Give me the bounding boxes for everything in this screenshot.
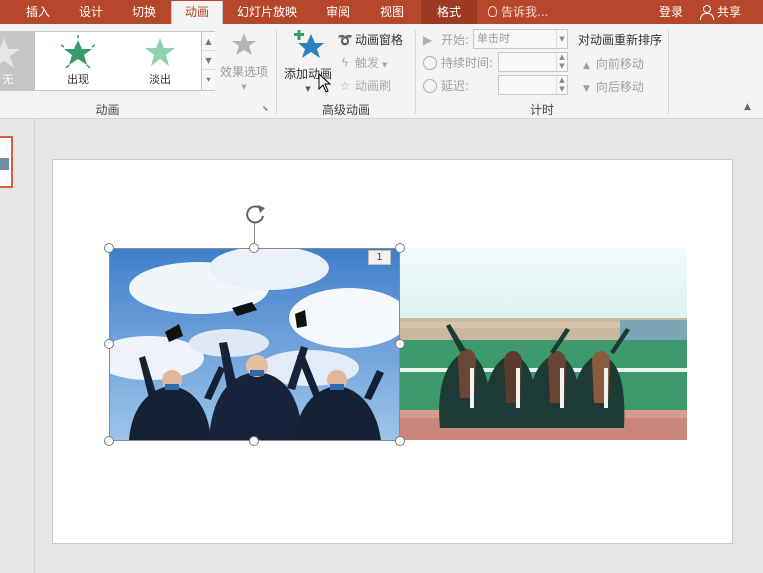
tab-design[interactable]: 设计 bbox=[64, 0, 118, 24]
tab-review[interactable]: 审阅 bbox=[312, 0, 364, 24]
slide-thumbnail[interactable] bbox=[0, 136, 13, 188]
resize-handle-bottom[interactable] bbox=[249, 436, 259, 446]
trigger-dropdown-icon: ▼ bbox=[382, 61, 388, 69]
animation-pane-label: 动画窗格 bbox=[355, 33, 404, 47]
gallery-item-fade-label: 淡出 bbox=[149, 73, 171, 86]
mouse-cursor-icon bbox=[318, 73, 332, 93]
tell-me-text: 告诉我... bbox=[501, 5, 549, 19]
star-appear-icon bbox=[60, 35, 96, 69]
graduation-photo-sky[interactable] bbox=[109, 248, 400, 441]
lightning-icon: ϟ bbox=[341, 56, 349, 70]
resize-handle-bottom-right[interactable] bbox=[395, 436, 405, 446]
resize-handle-left[interactable] bbox=[104, 339, 114, 349]
star-none-icon bbox=[0, 38, 20, 68]
gallery-item-appear[interactable]: 出现 bbox=[37, 32, 119, 90]
animation-pane-icon: ➰ bbox=[337, 33, 353, 47]
gallery-scroll[interactable]: ▲ ▼ ▾ bbox=[201, 32, 215, 90]
effect-options-label: 效果选项 bbox=[219, 65, 268, 79]
slide-thumbnail-panel bbox=[0, 119, 35, 573]
gallery-item-none-label: 无 bbox=[2, 73, 14, 86]
share-button[interactable]: 共享 bbox=[700, 0, 741, 24]
start-select[interactable]: 单击时 ▼ bbox=[473, 29, 568, 49]
delay-clock-icon bbox=[423, 79, 437, 93]
gallery-item-none[interactable]: 无 bbox=[0, 32, 35, 90]
move-later-label: 向后移动 bbox=[595, 80, 644, 94]
animation-pane-button[interactable]: ➰ 动画窗格 bbox=[337, 31, 404, 48]
gallery-item-appear-label: 出现 bbox=[67, 73, 89, 86]
timing-delay-row: 延迟: bbox=[423, 77, 469, 94]
resize-handle-top-right[interactable] bbox=[395, 243, 405, 253]
group-label-animation: 动画 bbox=[95, 103, 120, 117]
resize-handle-right[interactable] bbox=[395, 339, 405, 349]
move-earlier-button[interactable]: ▲ 向前移动 bbox=[583, 55, 644, 72]
animation-order-badge[interactable]: 1 bbox=[368, 250, 391, 265]
effect-options-button[interactable]: 效果选项 ▼ bbox=[218, 32, 270, 91]
animation-painter-icon: ☆ bbox=[339, 79, 351, 93]
delay-label: 延迟: bbox=[441, 79, 470, 93]
tell-me-search[interactable]: 告诉我... bbox=[488, 0, 548, 24]
collapse-ribbon-icon[interactable]: ▲ bbox=[744, 102, 751, 112]
play-icon: ▶ bbox=[423, 33, 433, 47]
login-button[interactable]: 登录 bbox=[659, 0, 683, 24]
duration-spinner-icon[interactable]: ▲ ▼ bbox=[556, 53, 567, 71]
separator bbox=[668, 30, 669, 114]
tab-view[interactable]: 视图 bbox=[366, 0, 418, 24]
duration-field[interactable]: ▲ ▼ bbox=[498, 52, 568, 72]
start-value: 单击时 bbox=[477, 32, 510, 45]
ribbon: 无 出现 淡出 ▲ ▼ ▾ 效果选项 ▼ 动画 ⬊ 添加动画 ▼ ➰ 动画窗格 … bbox=[0, 24, 763, 119]
delay-field[interactable]: ▲ ▼ bbox=[498, 75, 568, 95]
move-earlier-label: 向前移动 bbox=[595, 57, 644, 71]
delay-spinner-icon[interactable]: ▲ ▼ bbox=[556, 76, 567, 94]
trigger-label: 触发 bbox=[355, 56, 380, 70]
duration-label: 持续时间: bbox=[441, 56, 494, 70]
resize-handle-bottom-left[interactable] bbox=[104, 436, 114, 446]
gallery-item-fade[interactable]: 淡出 bbox=[119, 32, 201, 90]
arrow-up-icon: ▲ bbox=[583, 61, 590, 71]
share-label: 共享 bbox=[717, 5, 742, 19]
graduation-photo-field[interactable] bbox=[400, 248, 687, 440]
arrow-down-icon: ▼ bbox=[583, 84, 590, 94]
reorder-title: 对动画重新排序 bbox=[578, 33, 663, 47]
clock-icon bbox=[423, 56, 437, 70]
timing-duration-row: 持续时间: bbox=[423, 54, 493, 71]
resize-handle-top[interactable] bbox=[249, 243, 259, 253]
tab-animations[interactable]: 动画 bbox=[171, 1, 223, 24]
share-person-icon bbox=[700, 5, 714, 20]
start-label: 开始: bbox=[441, 33, 470, 47]
move-later-button[interactable]: ▼ 向后移动 bbox=[583, 78, 644, 95]
lightbulb-icon bbox=[488, 6, 497, 17]
trigger-button[interactable]: ϟ 触发 ▼ bbox=[337, 54, 387, 71]
graduation-field-image bbox=[400, 248, 687, 440]
gallery-expand-icon[interactable]: ▾ bbox=[202, 70, 215, 89]
rotate-handle-icon[interactable] bbox=[242, 203, 268, 225]
effect-star-icon bbox=[232, 33, 256, 55]
tab-format[interactable]: 格式 bbox=[421, 0, 477, 24]
resize-handle-top-left[interactable] bbox=[104, 243, 114, 253]
effect-options-dropdown-icon: ▼ bbox=[241, 83, 247, 91]
ribbon-tab-bar: 插入 设计 切换 动画 幻灯片放映 审阅 视图 格式 告诉我... 登录 共享 bbox=[0, 0, 763, 24]
add-animation-star-icon bbox=[294, 30, 324, 58]
tab-transitions[interactable]: 切换 bbox=[118, 0, 170, 24]
tab-insert[interactable]: 插入 bbox=[12, 0, 64, 24]
gallery-scroll-down-icon[interactable]: ▼ bbox=[202, 51, 215, 70]
group-label-timing: 计时 bbox=[529, 103, 554, 117]
animation-painter-button[interactable]: ☆ 动画刷 bbox=[337, 77, 391, 94]
gallery-scroll-up-icon[interactable]: ▲ bbox=[202, 32, 215, 51]
slide-canvas[interactable]: 1 bbox=[52, 159, 733, 544]
animation-painter-label: 动画刷 bbox=[355, 79, 392, 93]
graduation-sky-image bbox=[109, 248, 400, 441]
star-fade-icon bbox=[145, 38, 175, 66]
animation-dialog-launcher-icon[interactable]: ⬊ bbox=[262, 104, 269, 113]
timing-start-row: ▶ 开始: bbox=[423, 31, 469, 48]
animation-gallery: 无 出现 淡出 ▲ ▼ ▾ bbox=[0, 31, 215, 91]
start-dropdown-icon[interactable]: ▼ bbox=[556, 30, 567, 48]
rotation-stem bbox=[254, 223, 255, 243]
tab-slideshow[interactable]: 幻灯片放映 bbox=[226, 0, 308, 24]
group-label-advanced: 高级动画 bbox=[321, 103, 370, 117]
